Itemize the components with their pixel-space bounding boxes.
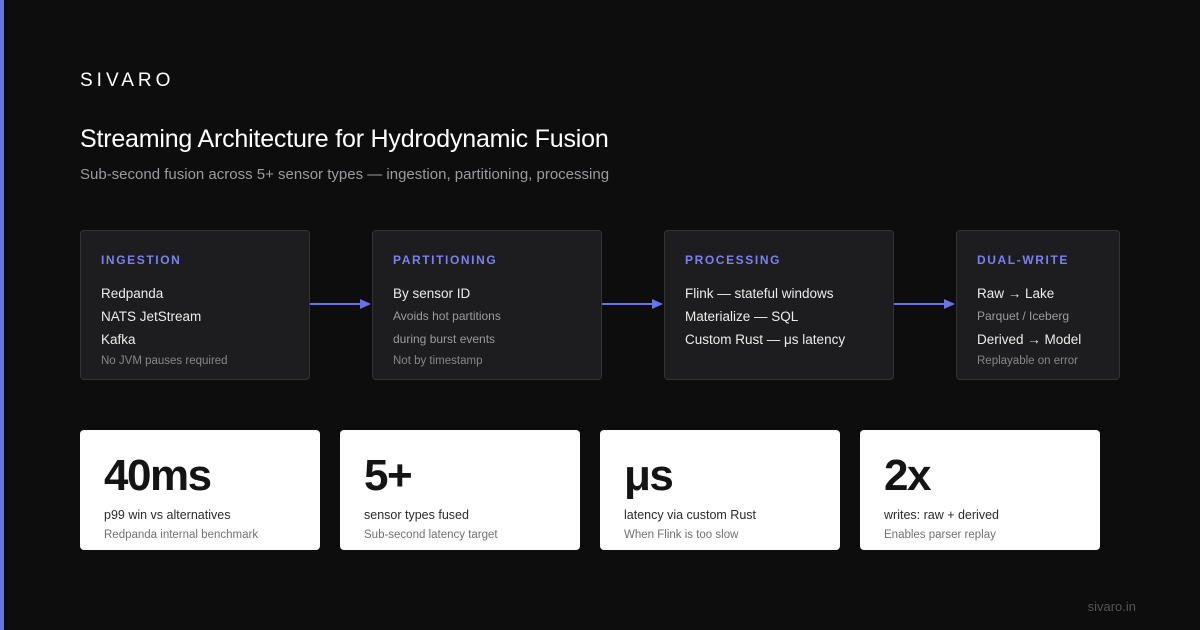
metric-value: 5+: [364, 451, 413, 500]
flow-arrow-icon: [310, 299, 371, 309]
page-title: Streaming Architecture for Hydrodynamic …: [80, 125, 609, 153]
stage-line: Avoids hot partitions: [393, 309, 501, 323]
metric-note: Sub-second latency target: [364, 529, 498, 541]
metric-value: 40ms: [104, 451, 212, 500]
metric-note: Enables parser replay: [884, 529, 996, 541]
metric-card-sensor-types: 5+ sensor types fused Sub-second latency…: [340, 430, 580, 550]
stage-footnote: No JVM pauses required: [101, 355, 228, 367]
stage-footnote: Replayable on error: [977, 355, 1079, 367]
metric-note: When Flink is too slow: [624, 529, 739, 541]
metric-note: Redpanda internal benchmark: [104, 529, 259, 541]
stage-label: PARTITIONING: [393, 253, 498, 267]
metric-value: μs: [624, 451, 674, 500]
metric-card-writes: 2x writes: raw + derived Enables parser …: [860, 430, 1100, 550]
metric-label: p99 win vs alternatives: [104, 508, 231, 522]
stage-card-ingestion: INGESTION Redpanda NATS JetStream Kafka …: [80, 230, 310, 380]
stage-line: Raw → Lake: [977, 286, 1055, 301]
metric-card-latency: 40ms p99 win vs alternatives Redpanda in…: [80, 430, 320, 550]
stage-line: By sensor ID: [393, 286, 471, 301]
stage-footnote: Not by timestamp: [393, 355, 483, 367]
stage-label: INGESTION: [101, 253, 182, 267]
footer-url[interactable]: sivaro.in: [1088, 599, 1136, 614]
stage-line: Materialize — SQL: [685, 309, 799, 324]
metric-value: 2x: [884, 451, 931, 500]
stage-line: during burst events: [393, 332, 496, 346]
flow-arrow-icon: [894, 299, 955, 309]
stage-label: DUAL-WRITE: [977, 253, 1069, 267]
stage-label: PROCESSING: [685, 253, 782, 267]
flow-arrow-icon: [602, 299, 663, 309]
stage-line: Flink — stateful windows: [685, 286, 834, 301]
brand-logo: SIVARO: [80, 70, 175, 91]
metric-label: sensor types fused: [364, 508, 469, 522]
stage-line: Parquet / Iceberg: [977, 309, 1070, 323]
stage-card-partitioning: PARTITIONING By sensor ID Avoids hot par…: [372, 230, 602, 380]
stage-line: Derived → Model: [977, 332, 1082, 347]
stage-line: NATS JetStream: [101, 309, 202, 324]
accent-bar: [0, 0, 4, 630]
page-subtitle: Sub-second fusion across 5+ sensor types…: [80, 166, 610, 183]
stage-line: Kafka: [101, 332, 136, 347]
stage-line: Redpanda: [101, 286, 164, 301]
stage-card-processing: PROCESSING Flink — stateful windows Mate…: [664, 230, 894, 380]
metric-label: writes: raw + derived: [884, 508, 999, 522]
page: SIVARO Streaming Architecture for Hydrod…: [0, 0, 1200, 630]
stage-card-dual-write: DUAL-WRITE Raw → Lake Parquet / Iceberg …: [956, 230, 1120, 380]
metric-card-rust-latency: μs latency via custom Rust When Flink is…: [600, 430, 840, 550]
stage-line: Custom Rust — μs latency: [685, 332, 846, 347]
metric-label: latency via custom Rust: [624, 508, 756, 522]
